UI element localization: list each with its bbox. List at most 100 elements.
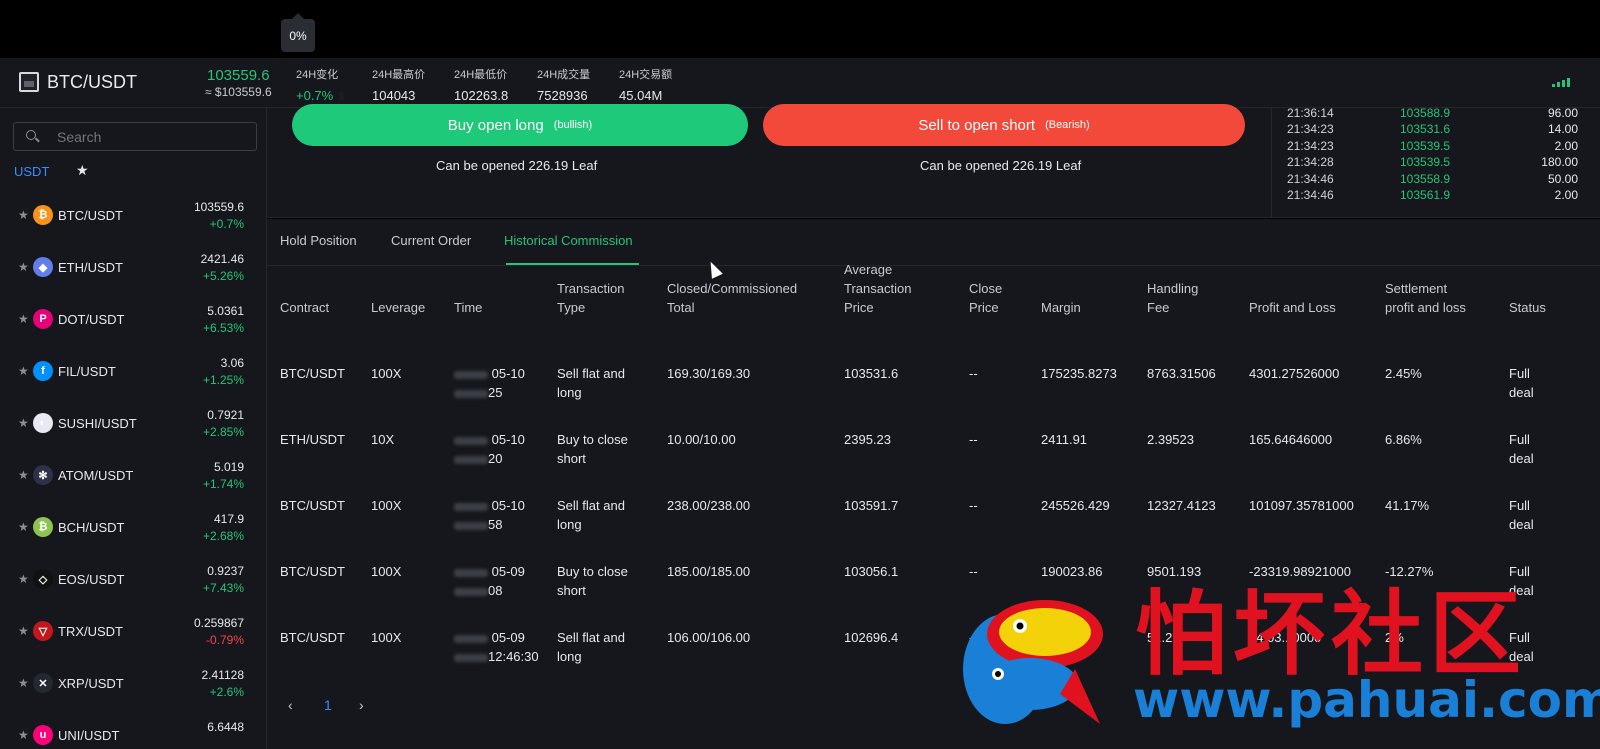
coin-price: 5.0361 bbox=[207, 304, 244, 318]
coin-name: UNI/USDT bbox=[58, 728, 120, 743]
coin-change: -0.79% bbox=[205, 633, 244, 647]
sell-available: Can be opened 226.19 Leaf bbox=[920, 158, 1082, 173]
trade-row: 21:36:14 103588.9 96.00 bbox=[1272, 106, 1600, 123]
column-header: Status bbox=[1509, 300, 1546, 315]
favorite-star-icon[interactable]: ★ bbox=[18, 624, 29, 638]
coin-change: +2.85% bbox=[202, 425, 244, 439]
cell-pnl: 4301.27526000 bbox=[1249, 366, 1340, 381]
coin-change: +1.74% bbox=[202, 477, 244, 491]
stat-24h-turnover: 24H交易额 45.04M bbox=[619, 66, 672, 103]
market-header: BTC/USDT 103559.6 ≈ $103559.6 24H变化 +0.7… bbox=[0, 58, 1600, 108]
tab-favorites[interactable]: ★ bbox=[76, 162, 89, 179]
tab-hold-position[interactable]: Hold Position bbox=[280, 233, 357, 248]
trade-time: 21:34:28 bbox=[1287, 155, 1334, 170]
cell-margin: 2411.91 bbox=[1041, 432, 1088, 447]
cosmos-icon: ✻ bbox=[33, 465, 53, 485]
cell-fee: 12327.4123 bbox=[1147, 498, 1216, 513]
coin-row[interactable]: ★ ◆ ETH/USDT 2421.46 +5.26% bbox=[0, 242, 266, 294]
coin-name: ETH/USDT bbox=[58, 260, 123, 275]
favorite-star-icon[interactable]: ★ bbox=[18, 416, 29, 430]
trade-panel: Buy open long (bullish) Sell to open sho… bbox=[267, 104, 1271, 218]
trade-qty: 50.00 bbox=[1547, 171, 1578, 186]
recent-trades: 21:36:14 103588.9 96.00 21:34:23 103531.6 14.… bbox=[1271, 106, 1600, 218]
coin-row[interactable]: ★ ✕ XRP/USDT 2.41128 +2.6% bbox=[0, 658, 266, 710]
coin-change: +7.43% bbox=[202, 581, 244, 595]
column-header: Settlement profit and loss bbox=[1385, 281, 1466, 315]
bitcoin-icon: ₿ bbox=[33, 205, 53, 225]
cell-type: Sell flat and long bbox=[557, 630, 625, 664]
favorite-star-icon[interactable]: ★ bbox=[18, 572, 29, 586]
pair-title[interactable]: BTC/USDT bbox=[47, 72, 137, 93]
trade-time: 21:34:46 bbox=[1287, 188, 1334, 202]
favorite-star-icon[interactable]: ★ bbox=[18, 312, 29, 326]
trade-row: 21:34:23 103539.5 2.00 bbox=[1272, 139, 1600, 156]
cell-fee: 2.39523 bbox=[1147, 432, 1194, 447]
coin-change: +6.53% bbox=[202, 321, 244, 335]
search-box[interactable] bbox=[13, 122, 257, 151]
cell-status: Full deal bbox=[1509, 366, 1534, 400]
cell-time: 05-10 25 bbox=[454, 364, 525, 402]
favorite-star-icon[interactable]: ★ bbox=[18, 260, 29, 274]
trade-qty: 14.00 bbox=[1547, 122, 1578, 137]
tab-current-order[interactable]: Current Order bbox=[391, 233, 471, 248]
search-input[interactable] bbox=[57, 127, 247, 147]
trade-qty: 96.00 bbox=[1547, 106, 1578, 120]
page-number[interactable]: 1 bbox=[324, 697, 332, 713]
cell-total: 10.00/10.00 bbox=[667, 432, 736, 447]
tab-usdt[interactable]: USDT bbox=[14, 164, 49, 179]
coin-row[interactable]: ★ ₿ BCH/USDT 417.9 +2.68% bbox=[0, 502, 266, 554]
cell-avg-price: 2395.23 bbox=[844, 432, 891, 447]
coin-row[interactable]: ★ ✻ ATOM/USDT 5.019 +1.74% bbox=[0, 450, 266, 502]
favorite-star-icon[interactable]: ★ bbox=[18, 364, 29, 378]
cell-contract: BTC/USDT bbox=[280, 498, 345, 513]
coin-change: +2.6% bbox=[209, 685, 244, 699]
coin-row[interactable]: ★ f FIL/USDT 3.06 +1.25% bbox=[0, 346, 266, 398]
eos-icon: ◇ bbox=[33, 569, 53, 589]
favorite-star-icon[interactable]: ★ bbox=[18, 676, 29, 690]
coin-row[interactable]: ★ ◐ SUSHI/USDT 0.7921 +2.85% bbox=[0, 398, 266, 450]
cell-leverage: 100X bbox=[371, 366, 402, 381]
cell-status: Full deal bbox=[1509, 498, 1534, 532]
trade-qty: 2.00 bbox=[1554, 188, 1578, 202]
watermark: 怕坏社区 www.pahuai.com bbox=[950, 566, 1600, 749]
favorite-star-icon[interactable]: ★ bbox=[18, 468, 29, 482]
cell-time: 05-10 20 bbox=[454, 430, 525, 468]
column-header: Margin bbox=[1041, 300, 1081, 315]
coin-row[interactable]: ★ ₿ BTC/USDT 103559.6 +0.7% bbox=[0, 190, 266, 242]
top-bar bbox=[0, 0, 1600, 58]
buy-available: Can be opened 226.19 Leaf bbox=[436, 158, 598, 173]
column-header: Transaction Type bbox=[557, 281, 625, 315]
next-page-button[interactable]: › bbox=[359, 697, 364, 713]
coin-change: +0.7% bbox=[209, 217, 244, 231]
buy-note: (bullish) bbox=[553, 119, 593, 131]
trade-time: 21:36:14 bbox=[1287, 106, 1334, 120]
coin-name: ATOM/USDT bbox=[58, 468, 134, 483]
cell-contract: ETH/USDT bbox=[280, 432, 345, 447]
sushi-icon: ◐ bbox=[33, 413, 53, 433]
trade-row: 21:34:46 103558.9 50.00 bbox=[1272, 172, 1600, 189]
coin-name: SUSHI/USDT bbox=[58, 416, 137, 431]
cell-avg-price: 103591.7 bbox=[844, 498, 899, 513]
stat-label: 24H最高价 bbox=[372, 69, 426, 81]
coin-change: +5.26% bbox=[202, 269, 244, 283]
prev-page-button[interactable]: ‹ bbox=[288, 697, 293, 713]
coin-row[interactable]: ★ P DOT/USDT 5.0361 +6.53% bbox=[0, 294, 266, 346]
sell-open-short-button[interactable]: Sell to open short (Bearish) bbox=[763, 104, 1245, 146]
coin-row[interactable]: ★ ▽ TRX/USDT 0.259867 -0.79% bbox=[0, 606, 266, 658]
coin-price: 5.019 bbox=[213, 460, 244, 474]
cell-time: 05-09 08 bbox=[454, 562, 525, 600]
favorite-star-icon[interactable]: ★ bbox=[18, 520, 29, 534]
coin-row[interactable]: ★ ◇ EOS/USDT 0.9237 +7.43% bbox=[0, 554, 266, 606]
favorite-star-icon[interactable]: ★ bbox=[18, 208, 29, 222]
cell-settlement: 2.45% bbox=[1385, 366, 1422, 381]
favorite-star-icon[interactable]: ★ bbox=[18, 728, 29, 742]
coin-row[interactable]: ★ u UNI/USDT 6.6448 bbox=[0, 710, 266, 749]
coin-name: XRP/USDT bbox=[58, 676, 124, 691]
coin-price: 0.9237 bbox=[207, 564, 244, 578]
cell-avg-price: 103531.6 bbox=[844, 366, 899, 381]
sell-note: (Bearish) bbox=[1045, 119, 1090, 131]
cell-leverage: 100X bbox=[371, 564, 402, 579]
tab-historical-commission[interactable]: Historical Commission bbox=[504, 233, 633, 248]
column-header: Handling Fee bbox=[1147, 281, 1199, 315]
buy-open-long-button[interactable]: Buy open long (bullish) bbox=[292, 104, 748, 146]
